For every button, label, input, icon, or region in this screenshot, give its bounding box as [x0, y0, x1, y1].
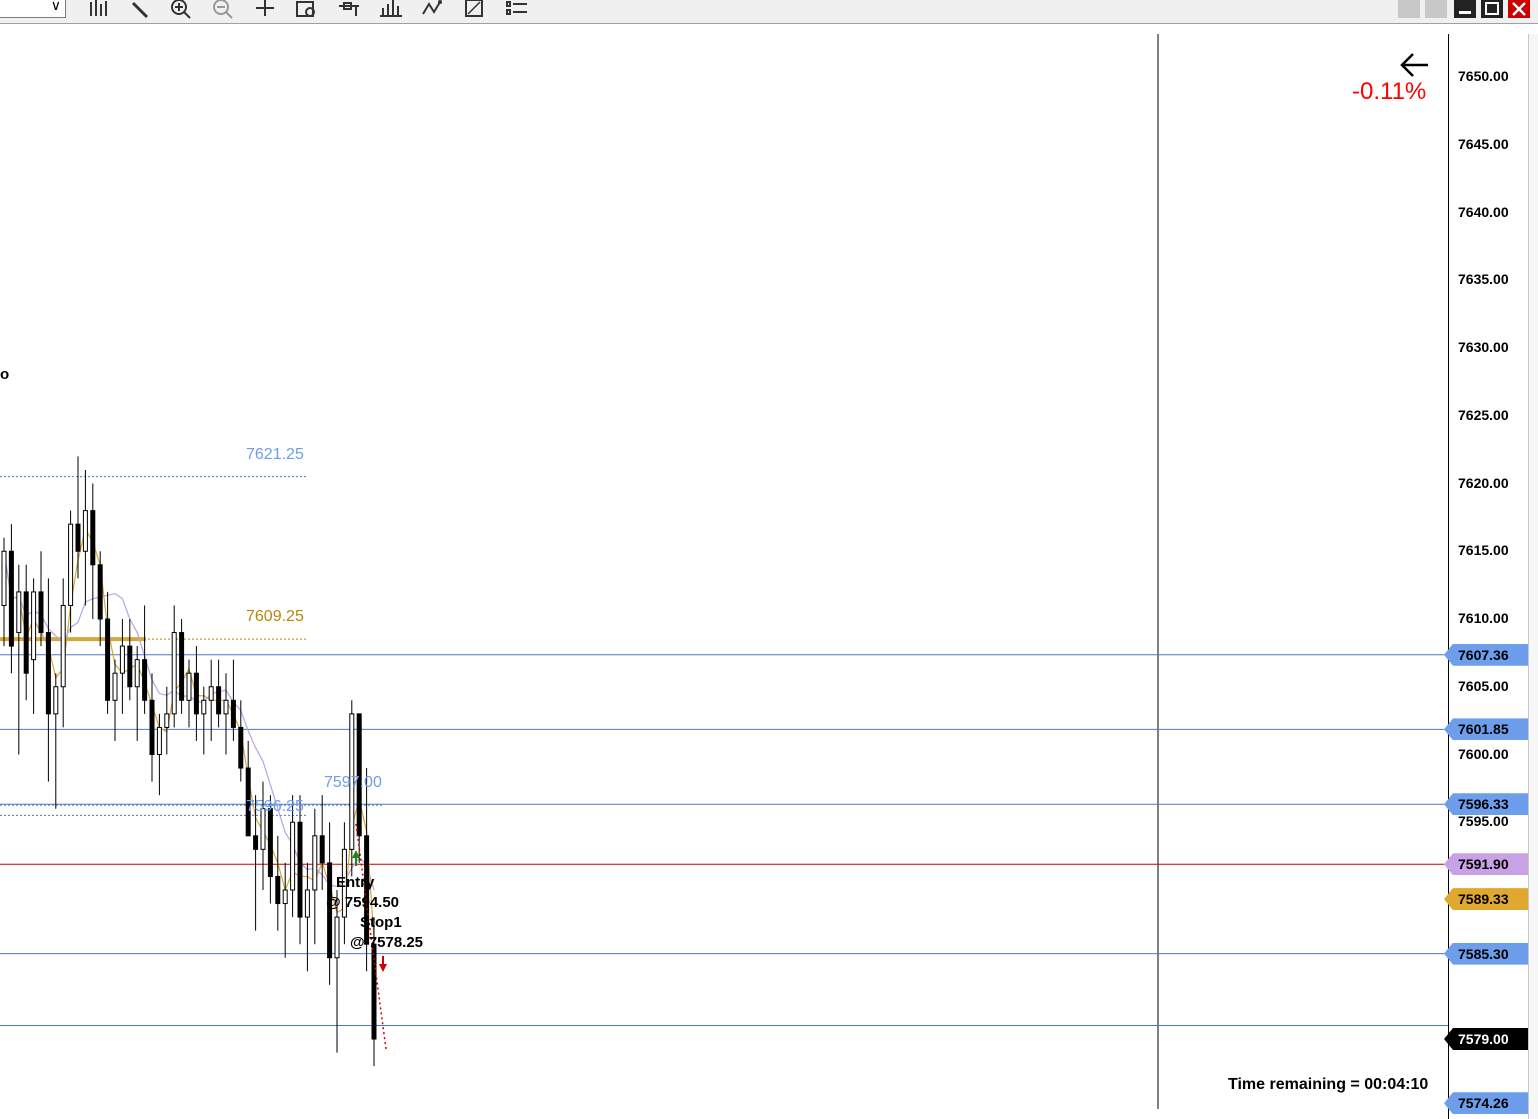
chart-toolbar: ∨: [0, 0, 1538, 24]
sell-arrow-icon: [379, 956, 387, 972]
candle-body: [23, 591, 29, 674]
clipped-label: o: [0, 366, 10, 383]
minimize-button[interactable]: [1454, 0, 1476, 18]
axis-tick-label: 7645.00: [1458, 135, 1509, 152]
candle-body: [290, 821, 296, 891]
candle-body: [297, 821, 303, 918]
candle-body: [334, 916, 340, 959]
candle-body: [142, 659, 148, 701]
price-marker-icon[interactable]: [336, 0, 362, 22]
candle-body: [253, 835, 259, 850]
properties-icon[interactable]: [504, 0, 530, 22]
panel-button-1[interactable]: [1398, 0, 1420, 18]
entry-price: @ 7594.50: [326, 894, 400, 911]
data-box-icon[interactable]: [294, 0, 320, 22]
candle-body: [223, 699, 229, 715]
candle-body: [216, 686, 222, 715]
axis-tick-label: 7595.00: [1458, 813, 1509, 830]
candle-body: [238, 726, 244, 769]
axis-tick-label: 7650.00: [1458, 68, 1509, 84]
draw-pencil-icon[interactable]: [128, 0, 154, 22]
candle-body: [149, 699, 155, 755]
candle-body: [208, 686, 214, 701]
bar-style-icon[interactable]: [85, 0, 111, 22]
axis-tick-label: 7615.00: [1458, 542, 1509, 559]
close-button[interactable]: [1508, 0, 1530, 18]
candle-body: [68, 523, 74, 606]
crosshair-icon[interactable]: [252, 0, 278, 22]
stop-price: @ 7578.25: [350, 934, 424, 951]
arrow-left-icon: [1400, 53, 1428, 77]
chevron-down-icon: ∨: [50, 0, 61, 13]
vertical-scrollbar[interactable]: [1528, 34, 1538, 1119]
candle-body: [267, 808, 273, 877]
templates-icon[interactable]: [462, 0, 488, 22]
zoom-out-icon[interactable]: [210, 0, 236, 22]
price-marker-badge: 7607.36: [1444, 643, 1528, 666]
price-chart[interactable]: [0, 34, 1448, 1109]
candle-body: [134, 659, 140, 688]
price-marker-badge: 7579.00: [1444, 1028, 1528, 1051]
price-marker-badge: 7591.90: [1444, 853, 1528, 876]
candle-body: [90, 510, 96, 566]
candle-body: [201, 699, 207, 715]
time-remaining: Time remaining = 00:04:10: [1228, 1076, 1429, 1093]
candle-body: [230, 699, 236, 728]
candle-body: [31, 591, 37, 661]
candle-body: [97, 564, 103, 620]
stop-label: Stop1: [360, 914, 402, 931]
candle-body: [275, 875, 281, 905]
price-marker-badge: 7589.33: [1444, 888, 1528, 911]
level-label-7596: 7596.25: [246, 798, 304, 815]
candle-body: [312, 835, 318, 891]
axis-tick-label: 7630.00: [1458, 339, 1509, 355]
candle-body: [82, 510, 88, 552]
price-marker-badge: 7574.26: [1444, 1092, 1528, 1115]
candle-body: [156, 726, 162, 756]
entry-label: Entry: [336, 874, 375, 891]
change-percent: -0.11%: [1352, 78, 1427, 105]
candle-body: [304, 889, 310, 918]
candle-body: [171, 632, 177, 715]
candle-body: [282, 889, 288, 905]
axis-tick-label: 7610.00: [1458, 610, 1509, 626]
axis-tick-label: 7605.00: [1458, 677, 1509, 694]
price-marker-badge: 7596.33: [1444, 793, 1528, 816]
candle-body: [75, 523, 81, 552]
candle-body: [193, 672, 199, 715]
candle-body: [186, 672, 192, 701]
candle-body: [164, 713, 170, 728]
axis-tick-label: 7620.00: [1458, 474, 1509, 491]
axis-tick-label: 7600.00: [1458, 745, 1509, 762]
candle-body: [60, 604, 66, 688]
instrument-dropdown[interactable]: ∨: [0, 0, 66, 18]
level-label-7621: 7621.25: [246, 446, 304, 463]
candle-body: [1, 550, 7, 606]
candle-body: [38, 591, 44, 634]
axis-tick-label: 7625.00: [1458, 406, 1509, 423]
candle-body: [105, 618, 111, 701]
candle-body: [16, 591, 22, 634]
candle-body: [119, 645, 125, 674]
level-label-7597: 7597.00: [324, 774, 382, 791]
candle-body: [45, 632, 51, 715]
panel-button-2[interactable]: [1425, 0, 1447, 18]
restore-button[interactable]: [1481, 0, 1503, 18]
candle-body: [8, 550, 14, 647]
candle-body: [53, 686, 59, 715]
axis-tick-label: 7635.00: [1458, 271, 1509, 288]
candle-body: [127, 645, 133, 688]
price-marker-badge: 7601.85: [1444, 718, 1528, 741]
candle-body: [179, 632, 185, 701]
strategies-icon[interactable]: [420, 0, 446, 22]
zoom-in-icon[interactable]: [168, 0, 194, 22]
indicators-icon[interactable]: [378, 0, 404, 22]
candle-body: [319, 835, 325, 864]
candle-body: [112, 672, 118, 701]
level-label-7609: 7609.25: [246, 608, 304, 625]
sma-fast: [3, 527, 375, 940]
price-marker-badge: 7585.30: [1444, 942, 1528, 965]
axis-tick-label: 7640.00: [1458, 203, 1509, 220]
